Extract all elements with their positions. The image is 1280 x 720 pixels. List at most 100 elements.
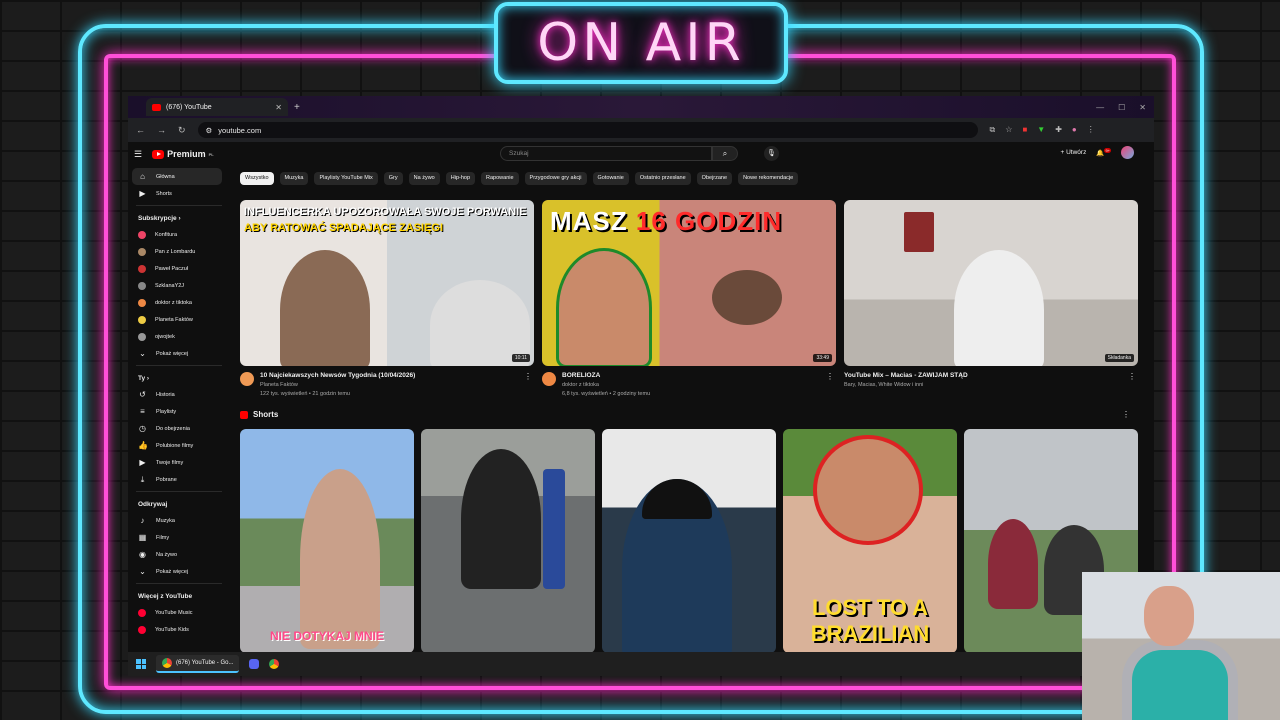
filter-chip[interactable]: Hip-hop <box>445 172 476 185</box>
sidebar-item-you-3[interactable]: 👍 Polubione filmy <box>132 437 222 454</box>
maximize-icon[interactable]: ☐ <box>1118 103 1125 112</box>
sidebar-item-subscription[interactable]: Planeta Faktów <box>132 311 222 328</box>
filter-chip[interactable]: Wszystko <box>240 172 274 185</box>
extension-red-icon[interactable]: ■ <box>1022 125 1027 135</box>
sidebar-item-you-4[interactable]: ▶ Twoje filmy <box>132 454 222 471</box>
discord-icon[interactable] <box>249 659 260 669</box>
youtube-logo[interactable]: Premium PL <box>152 149 214 159</box>
minimize-icon[interactable]: — <box>1096 103 1104 112</box>
search-button[interactable]: ⌕ <box>712 146 738 161</box>
sidebar-item-you-1[interactable]: ≡ Playlisty <box>132 403 222 420</box>
filter-chip[interactable]: Gotowanie <box>592 172 629 185</box>
thumbnail-person <box>954 250 1044 366</box>
video-thumbnail[interactable]: INFLUENCERKA UPOZOROWAŁA SWOJE PORWANIE … <box>240 200 534 366</box>
thumbnail-title: INFLUENCERKA UPOZOROWAŁA SWOJE PORWANIE … <box>244 206 527 234</box>
sidebar-item-you-0[interactable]: ↺ Historia <box>132 386 222 403</box>
browser-menu-icon[interactable]: ⋮ <box>1087 125 1095 135</box>
thumbnail-title: MASZ 16 GODZIN <box>550 206 783 236</box>
account-avatar[interactable] <box>1121 146 1134 159</box>
sidebar-item-subscription[interactable]: Paweł Paczuł <box>132 260 222 277</box>
video-card[interactable]: MASZ 16 GODZIN 33:49 BORELIOZA doktor z … <box>542 200 836 397</box>
reload-icon[interactable]: ↻ <box>178 125 186 136</box>
tab-youtube[interactable]: (676) YouTube ✕ <box>146 98 288 116</box>
extension-green-icon[interactable]: ▼ <box>1037 125 1045 135</box>
create-button[interactable]: + Utwórz <box>1061 149 1087 156</box>
filter-chip[interactable]: Rapowanie <box>481 172 519 185</box>
video-title[interactable]: YouTube Mix – Macias - ZAWIJAM STĄD <box>844 372 968 379</box>
video-stats: 122 tys. wyświetleń • 21 godzin temu <box>260 391 350 397</box>
notification-badge: 9+ <box>1104 147 1111 153</box>
more-actions-icon[interactable]: ⋮ <box>1128 372 1136 381</box>
filter-chip[interactable]: Muzyka <box>279 172 309 185</box>
sidebar-item-explore-1[interactable]: ▦ Filmy <box>132 529 222 546</box>
voice-search-icon[interactable]: 🎙 <box>764 146 779 161</box>
install-icon[interactable]: ⧉ <box>990 125 996 135</box>
video-thumbnail[interactable]: Składanka <box>844 200 1138 366</box>
sidebar-item-subscription[interactable]: Konfitura <box>132 226 222 243</box>
new-tab-icon[interactable]: + <box>294 102 300 113</box>
windows-start-icon[interactable] <box>136 659 146 669</box>
channel-avatar[interactable] <box>542 372 556 386</box>
search-input[interactable]: Szukaj <box>500 146 712 161</box>
url-field[interactable]: ⚙ youtube.com <box>197 122 978 138</box>
video-grid: INFLUENCERKA UPOZOROWAŁA SWOJE PORWANIE … <box>240 200 1138 397</box>
taskbar-chrome-app[interactable]: (676) YouTube - Go... <box>156 655 240 673</box>
chrome-secondary-icon[interactable] <box>269 659 280 669</box>
sidebar-item-subscription[interactable]: doktor z tiktoka <box>132 294 222 311</box>
forward-icon[interactable]: → <box>157 125 166 135</box>
sidebar-item-home[interactable]: ⌂ Główna <box>132 168 222 185</box>
more-actions-icon[interactable]: ⋮ <box>826 372 834 381</box>
subscriptions-header[interactable]: Subskrypcje › <box>132 210 222 226</box>
close-tab-icon[interactable]: ✕ <box>275 103 282 112</box>
hamburger-menu-icon[interactable]: ☰ <box>134 149 142 160</box>
filter-chip[interactable]: Playlisty YouTube Mix <box>314 172 378 185</box>
sidebar-item-shorts[interactable]: ▶ Shorts <box>132 185 222 202</box>
address-bar-row: ← → ↻ ⚙ youtube.com ⧉ ☆ ■ ▼ ✚ ● ⋮ <box>128 118 1154 142</box>
more-actions-icon[interactable]: ⋮ <box>524 372 532 381</box>
close-window-icon[interactable]: ✕ <box>1139 103 1146 112</box>
tab-bar: (676) YouTube ✕ + — ☐ ✕ <box>128 96 1154 118</box>
sidebar-item-subscription[interactable]: ojwojtek <box>132 328 222 345</box>
chevron-down-icon: ⌄ <box>139 567 146 576</box>
video-card[interactable]: INFLUENCERKA UPOZOROWAŁA SWOJE PORWANIE … <box>240 200 534 397</box>
you-header[interactable]: Ty › <box>132 370 222 386</box>
bookmark-star-icon[interactable]: ☆ <box>1005 125 1012 135</box>
sidebar-item-subscription[interactable]: SzklanaY2J <box>132 277 222 294</box>
sidebar-item-subscription[interactable]: Pan z Lombardu <box>132 243 222 260</box>
video-thumbnail[interactable]: MASZ 16 GODZIN 33:49 <box>542 200 836 366</box>
sidebar-item-explore-2[interactable]: ◉ Na żywo <box>132 546 222 563</box>
channel-avatar[interactable] <box>240 372 254 386</box>
short-card[interactable]: NIE DOTYKAJ MNIE <box>240 429 414 653</box>
profile-avatar-icon[interactable]: ● <box>1072 125 1077 135</box>
site-info-icon[interactable]: ⚙ <box>206 126 213 135</box>
sidebar-item-you-2[interactable]: ◷ Do obejrzenia <box>132 420 222 437</box>
filter-chip[interactable]: Obejrzane <box>696 172 733 185</box>
duration-badge: 10:11 <box>511 354 530 362</box>
sidebar-item-you-5[interactable]: ⤓ Pobrane <box>132 471 222 488</box>
extensions-puzzle-icon[interactable]: ✚ <box>1055 125 1062 135</box>
filter-chip[interactable]: Przygodowe gry akcji <box>524 172 587 185</box>
back-icon[interactable]: ← <box>136 125 145 135</box>
channel-name[interactable]: Planeta Faktów <box>260 382 415 388</box>
notifications-icon[interactable]: 🔔9+ <box>1096 147 1111 157</box>
video-card[interactable]: Składanka YouTube Mix – Macias - ZAWIJAM… <box>844 200 1138 397</box>
sidebar-item-more[interactable]: YouTube Music <box>132 604 222 621</box>
filter-chip[interactable]: Ostatnio przesłane <box>634 172 691 185</box>
sidebar-item-more[interactable]: YouTube Kids <box>132 621 222 638</box>
sidebar-item-explore-0[interactable]: ♪ Muzyka <box>132 512 222 529</box>
short-card[interactable] <box>602 429 776 653</box>
short-card[interactable] <box>421 429 595 653</box>
channel-name[interactable]: doktor z tiktoka <box>562 382 650 388</box>
thumbnail-person <box>280 250 370 366</box>
filter-chip[interactable]: Nowe rekomendacje <box>738 172 799 185</box>
channel-name[interactable]: Bary, Macias, White Widow i inni <box>844 382 968 388</box>
sidebar-show-more[interactable]: ⌄ Pokaż więcej <box>132 345 222 362</box>
sidebar-show-more-2[interactable]: ⌄ Pokaż więcej <box>132 563 222 580</box>
filter-chip[interactable]: Gry <box>383 172 403 185</box>
video-title[interactable]: BORELIOZA <box>562 372 650 379</box>
short-card[interactable]: LOST TO A BRAZILIAN <box>783 429 957 653</box>
video-title[interactable]: 10 Najciekawszych Newsów Tygodnia (10/04… <box>260 372 415 379</box>
filter-chip[interactable]: Na żywo <box>408 172 440 185</box>
you-list: ↺ Historia ≡ Playlisty ◷ Do obejrzenia 👍 Polubi… <box>132 386 222 488</box>
shorts-more-icon[interactable]: ⋮ <box>1122 410 1130 419</box>
